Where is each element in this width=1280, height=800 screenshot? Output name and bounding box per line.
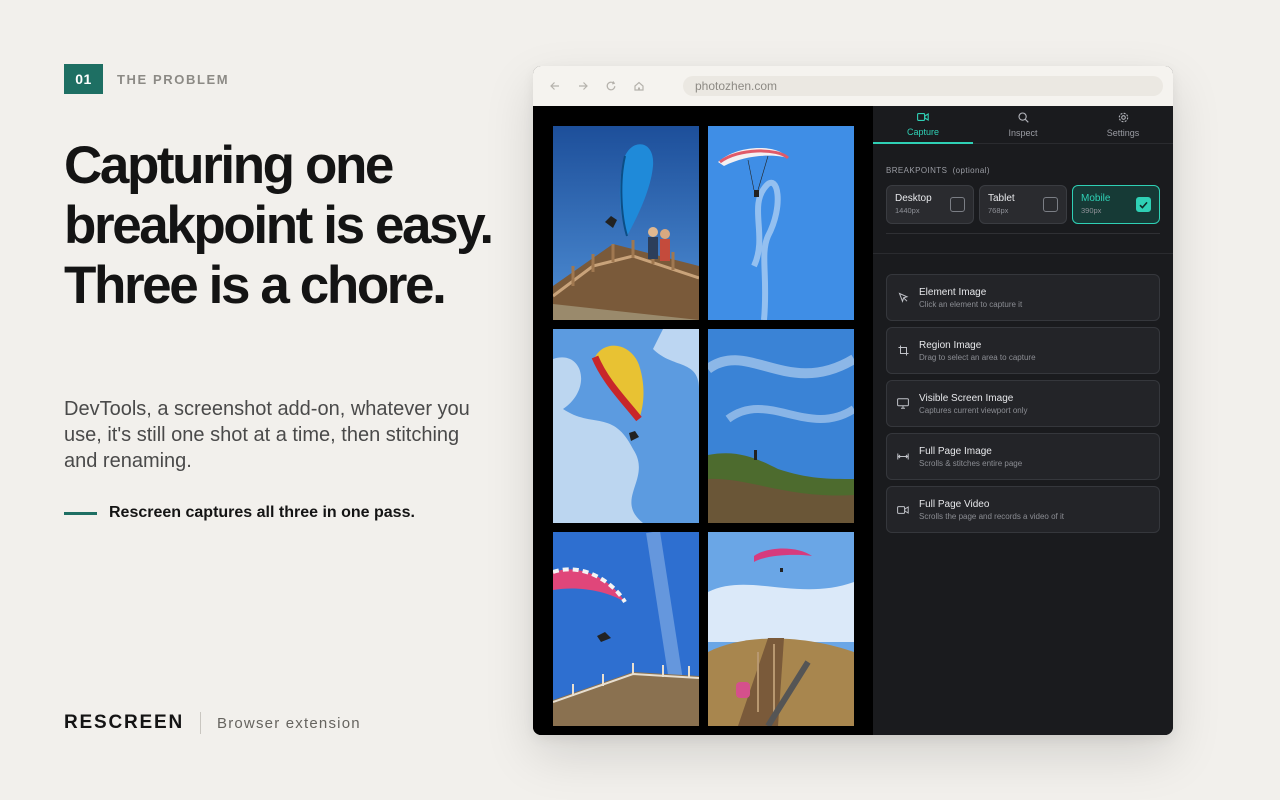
browser-toolbar: photozhen.com (533, 66, 1173, 106)
back-icon[interactable] (549, 80, 561, 92)
photo-paraglider-stairs (553, 126, 699, 320)
breakpoint-options: Desktop 1440px Tablet 768px Mobile 390px (886, 185, 1160, 224)
breakpoint-checkbox[interactable] (950, 197, 965, 212)
photo-pink-glider (553, 532, 699, 726)
checkmark-icon (1139, 201, 1148, 209)
capture-actions: Element Image Click an element to captur… (886, 274, 1160, 539)
tab-label: Capture (906, 127, 940, 137)
tab-settings[interactable]: Settings (1073, 106, 1173, 143)
action-description: Drag to select an area to capture (919, 352, 1036, 362)
callout: Rescreen captures all three in one pass. (64, 504, 415, 522)
crop-icon (897, 345, 909, 357)
action-title: Full Page Video (919, 498, 990, 510)
breakpoint-checkbox[interactable] (1136, 197, 1151, 212)
breakpoint-mobile[interactable]: Mobile 390px (1072, 185, 1160, 224)
stretch-icon (897, 451, 909, 463)
reload-icon[interactable] (605, 80, 617, 92)
breakpoints-heading: BREAKPOINTS (optional) (886, 166, 990, 175)
photo-stairs-selfie (708, 532, 854, 726)
action-description: Scrolls & stitches entire page (919, 458, 1023, 468)
divider (873, 253, 1173, 254)
tab-label: Settings (1106, 127, 1140, 138)
action-title: Visible Screen Image (919, 392, 1014, 404)
action-title: Region Image (919, 339, 982, 351)
breakpoint-desktop[interactable]: Desktop 1440px (886, 185, 974, 224)
region-image-button[interactable]: Region Image Drag to select an area to c… (886, 327, 1160, 374)
step-label: THE PROBLEM (117, 71, 230, 87)
monitor-icon (897, 398, 909, 410)
home-icon[interactable] (633, 80, 645, 92)
section-marker: 01 THE PROBLEM (64, 64, 229, 94)
action-description: Captures current viewport only (919, 405, 1028, 415)
tab-label: Inspect (1008, 127, 1038, 138)
gear-icon (1118, 112, 1129, 125)
callout-rule (64, 511, 97, 515)
action-description: Click an element to capture it (919, 299, 1023, 309)
search-icon (1017, 111, 1029, 125)
photo-paraglider-sky (708, 126, 854, 320)
video-icon (897, 504, 909, 516)
tab-capture[interactable]: Capture (873, 106, 973, 144)
extension-panel: Capture Inspect Settings BREAKPOINTS (op… (873, 106, 1173, 735)
brand-tagline: Browser extension (216, 714, 361, 732)
visible-screen-image-button[interactable]: Visible Screen Image Captures current vi… (886, 380, 1160, 427)
full-page-video-button[interactable]: Full Page Video Scrolls the page and rec… (886, 486, 1160, 533)
breakpoints-optional: (optional) (952, 166, 990, 175)
address-bar[interactable]: photozhen.com (683, 76, 1163, 96)
cursor-icon (897, 292, 909, 304)
photo-yellow-glider (553, 329, 699, 523)
breakpoint-checkbox[interactable] (1043, 197, 1058, 212)
full-page-image-button[interactable]: Full Page Image Scrolls & stitches entir… (886, 433, 1160, 480)
step-number-badge: 01 (64, 64, 103, 94)
action-description: Scrolls the page and records a video of … (919, 511, 1064, 521)
breakpoints-title: BREAKPOINTS (886, 166, 948, 175)
brand-name: RESCREEN (64, 712, 184, 733)
tab-inspect[interactable]: Inspect (973, 106, 1073, 143)
photo-hill-person (708, 329, 854, 523)
brand-divider (199, 712, 201, 734)
breakpoint-tablet[interactable]: Tablet 768px (979, 185, 1067, 224)
action-title: Full Page Image (919, 445, 992, 457)
headline: Capturing one breakpoint is easy. Three … (64, 136, 494, 315)
body-copy: DevTools, a screenshot add-on, whatever … (64, 398, 470, 472)
element-image-button[interactable]: Element Image Click an element to captur… (886, 274, 1160, 321)
panel-tabs: Capture Inspect Settings (873, 106, 1173, 144)
callout-text: Rescreen captures all three in one pass. (109, 504, 415, 521)
video-icon (917, 112, 929, 124)
brand-footer: RESCREEN Browser extension (64, 712, 361, 734)
forward-icon[interactable] (577, 80, 589, 92)
divider (886, 233, 1160, 234)
action-title: Element Image (919, 286, 987, 298)
browser-window: photozhen.com Capture Inspect Settings B… (533, 66, 1173, 735)
web-page-preview (533, 106, 873, 735)
